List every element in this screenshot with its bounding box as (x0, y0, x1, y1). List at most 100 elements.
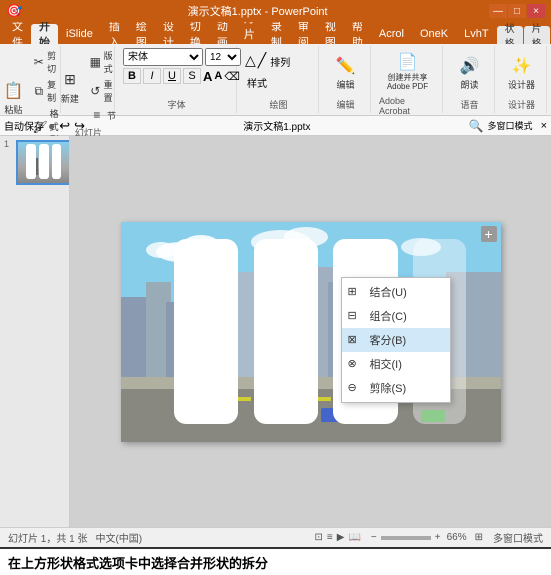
formula-bar: 自动保存 ● ↩ ↪ 演示文稿1.pptx 🔍 多窗口模式 × (0, 116, 551, 136)
window-controls[interactable]: — □ × (489, 4, 545, 18)
text-size-increase[interactable]: A (203, 69, 212, 84)
line-tool[interactable]: ╱ (258, 52, 266, 71)
drawing-group-label: 绘图 (269, 98, 287, 111)
cut-icon: ✂ (32, 54, 45, 70)
tab-acrol[interactable]: Acrol (371, 24, 412, 44)
title-bar-text: 演示文稿1.pptx - PowerPoint (26, 3, 489, 19)
tab-islide[interactable]: iSlide (58, 24, 101, 44)
canvas-area: + ⊞ 结合(U) ⊟ 组合(C) ⊠ 客分(B) ⊗ 相交(I) (70, 136, 551, 527)
underline-button[interactable]: U (163, 68, 181, 84)
menu-item-split[interactable]: ⊠ 客分(B) (342, 328, 450, 352)
tab-draw[interactable]: 绘图 (128, 24, 155, 44)
search-icon[interactable]: 🔍 (469, 119, 484, 133)
slide-panel: 1 (0, 136, 70, 527)
tab-lvht[interactable]: LvhT (456, 24, 496, 44)
formula-bar-close[interactable]: × (541, 120, 547, 132)
quick-styles[interactable]: 样式 (245, 73, 269, 92)
clear-format[interactable]: ⌫ (224, 70, 240, 83)
font-family-select[interactable]: 宋体 (123, 48, 203, 66)
adobe-pdf-icon: 📄 (395, 50, 419, 74)
ribbon-content: 📋 粘贴 ✂ 剪切 ⧉ 复制 🖌 格式刷 剪贴板 (0, 44, 551, 116)
tab-picture-format[interactable]: 图片格式 (524, 26, 550, 44)
maximize-button[interactable]: □ (508, 4, 526, 18)
slide-number: 1 (4, 139, 9, 149)
bold-button[interactable]: B (123, 68, 141, 84)
tab-file[interactable]: 文件 (4, 24, 31, 44)
caption-bar: 在上方形状格式选项卡中选择合并形状的拆分 (0, 547, 551, 575)
outline-view-btn[interactable]: ≡ (327, 532, 333, 543)
tab-view[interactable]: 视图 (317, 24, 344, 44)
normal-view-btn[interactable]: ⊡ (315, 532, 323, 543)
zoom-slider[interactable] (381, 536, 431, 540)
shape-select[interactable]: △ (245, 52, 256, 71)
intersect-label: 相交(I) (370, 356, 402, 372)
ribbon-group-font: 宋体 12 B I U S A A ⌫ 字体 (117, 46, 237, 113)
tab-onek[interactable]: OneK (412, 24, 456, 44)
white-rect-2 (254, 239, 319, 424)
tab-help[interactable]: 帮助 (344, 24, 371, 44)
speak-button[interactable]: 🔊 朗读 (455, 52, 485, 93)
ribbon-group-designer: ✨ 设计器 设计器 (497, 46, 547, 113)
multiwindow-status[interactable]: 多窗口模式 (493, 530, 543, 545)
minimize-button[interactable]: — (489, 4, 507, 18)
ribbon-group-slides: ⊞ 新建 ▦ 版式 ↺ 重置 ≡ 节 幻灯片 (63, 46, 115, 113)
strikethrough-button[interactable]: S (183, 68, 201, 84)
subtract-icon: ⊖ (348, 381, 357, 394)
adobe-label: 创建并共享Adobe PDF (387, 74, 428, 92)
reset-icon: ↺ (89, 83, 102, 99)
adobe-pdf-button[interactable]: 📄 创建并共享Adobe PDF (384, 48, 431, 94)
ribbon-group-acrobat: 📄 创建并共享Adobe PDF Adobe Acrobat (373, 46, 443, 113)
tab-design[interactable]: 设计 (155, 24, 182, 44)
reset-button[interactable]: ↺ 重置 (86, 77, 121, 105)
undo-button[interactable]: ↩ (59, 118, 70, 134)
paste-button[interactable]: 📋 粘贴 (0, 77, 27, 118)
autosave-toggle[interactable]: ● (48, 119, 55, 133)
slide-thumbnail[interactable] (16, 140, 70, 185)
text-size-decrease[interactable]: A (214, 70, 222, 82)
fit-window-btn[interactable]: ⊞ (475, 532, 483, 543)
redo-button[interactable]: ↪ (74, 118, 85, 134)
acrobat-group-label: Adobe Acrobat (379, 96, 436, 116)
slide-canvas[interactable]: + ⊞ 结合(U) ⊟ 组合(C) ⊠ 客分(B) ⊗ 相交(I) (121, 222, 501, 442)
main-area: 1 (0, 136, 551, 527)
menu-item-intersect[interactable]: ⊗ 相交(I) (342, 352, 450, 376)
tab-animation[interactable]: 动画 (209, 24, 236, 44)
slideshow-btn[interactable]: ▶ (337, 532, 345, 543)
tab-home[interactable]: 开始 (31, 24, 58, 44)
zoom-in[interactable]: + (435, 532, 441, 543)
edit-button[interactable]: ✏️ 编辑 (331, 52, 361, 93)
new-slide-button[interactable]: ⊞ 新建 (56, 66, 84, 107)
zoom-out[interactable]: − (371, 532, 377, 543)
tab-record[interactable]: 录制 (263, 24, 290, 44)
tab-insert[interactable]: 插入 (101, 24, 128, 44)
menu-item-combine[interactable]: ⊞ 结合(U) (342, 280, 450, 304)
layout-button[interactable]: ▦ 版式 (86, 48, 121, 76)
new-slide-label: 新建 (61, 92, 79, 105)
speak-label: 朗读 (460, 78, 478, 91)
tab-transition[interactable]: 切换 (182, 24, 209, 44)
arrange-button[interactable]: 排列 (268, 52, 292, 71)
edit-icon: ✏️ (334, 54, 358, 78)
zoom-level: 66% (447, 532, 467, 543)
tab-review[interactable]: 审阅 (290, 24, 317, 44)
tab-slideshow[interactable]: 幻灯片放映 (236, 24, 263, 44)
close-button[interactable]: × (527, 4, 545, 18)
designer-button[interactable]: ✨ 设计器 (505, 52, 538, 93)
paste-icon: 📋 (1, 79, 25, 103)
slide-add-button[interactable]: + (481, 226, 497, 242)
reading-view-btn[interactable]: 📖 (348, 532, 360, 543)
merge-label: 组合(C) (370, 308, 407, 324)
font-size-select[interactable]: 12 (205, 48, 241, 66)
ribbon-tabs-bar: 文件 开始 iSlide 插入 绘图 设计 切换 动画 幻灯片放映 录制 审阅 … (0, 22, 551, 44)
multiwindow-label[interactable]: 多窗口模式 (488, 119, 533, 132)
tab-shape-format[interactable]: 形状格式 (497, 26, 523, 44)
italic-button[interactable]: I (143, 68, 161, 84)
copy-icon: ⧉ (32, 83, 45, 99)
layout-icon: ▦ (89, 54, 102, 70)
menu-item-merge[interactable]: ⊟ 组合(C) (342, 304, 450, 328)
paste-label: 粘贴 (4, 103, 22, 116)
speak-icon: 🔊 (458, 54, 482, 78)
menu-item-subtract[interactable]: ⊖ 剪除(S) (342, 376, 450, 400)
app-icon: 🎯 (6, 3, 22, 19)
edit-group-label: 编辑 (336, 98, 354, 111)
